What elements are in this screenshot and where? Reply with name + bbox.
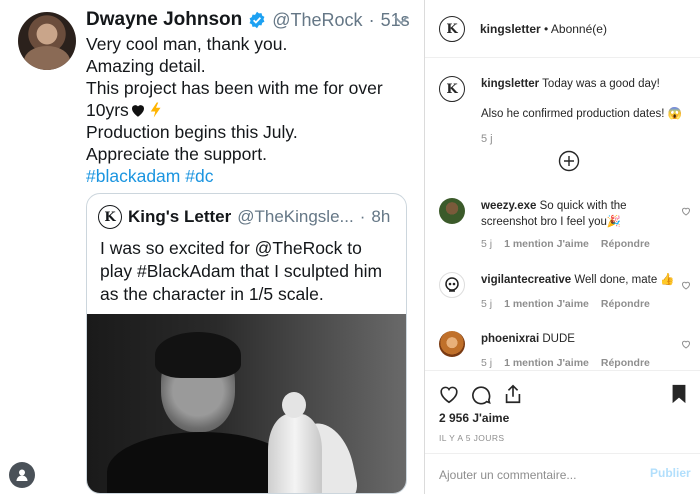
- caption-line: kingsletter Today was a good day!: [481, 78, 660, 90]
- post-date[interactable]: IL Y A 5 JOURS: [439, 433, 504, 443]
- share-icon[interactable]: [502, 383, 524, 405]
- statue-figure: [262, 392, 360, 493]
- comment-meta: 5 j 1 mention J'aime Répondre: [481, 238, 650, 250]
- comment-body: Well done, mate 👍: [574, 274, 675, 286]
- caption-text: Today was a good day!: [542, 78, 660, 90]
- author-handle[interactable]: @TheRock: [272, 10, 362, 31]
- black-heart-icon: [131, 105, 144, 117]
- lightning-icon: [150, 102, 161, 118]
- heart-icon[interactable]: [680, 205, 692, 217]
- comment-item: phoenixrai DUDE 5 j 1 mention J'aime Rép…: [425, 331, 700, 370]
- comment-item: vigilantecreative Well done, mate 👍 5 j …: [425, 272, 700, 332]
- tweet-line: Amazing detail.: [86, 56, 206, 76]
- verified-icon: [249, 11, 265, 29]
- quoted-line: I was so excited for @TheRock to: [100, 238, 362, 258]
- quoted-text: I was so excited for @TheRock to play #B…: [100, 237, 396, 306]
- comment-meta: 5 j 1 mention J'aime Répondre: [481, 357, 650, 369]
- comment-time[interactable]: 5 j: [481, 357, 492, 369]
- tweet-line: 10yrs: [86, 100, 129, 120]
- separator-dot: ·: [359, 207, 366, 226]
- tweet-header: Dwayne Johnson @TheRock · 51s: [86, 9, 410, 31]
- avatar[interactable]: [439, 198, 465, 224]
- comment-meta: 5 j 1 mention J'aime Répondre: [481, 298, 650, 310]
- quoted-photo[interactable]: [87, 314, 406, 493]
- comments-list[interactable]: weezy.exe So quick with the screenshot b…: [425, 190, 700, 370]
- quoted-tweet-header: K King's Letter @TheKingsle... · 8h: [98, 205, 390, 229]
- heart-icon[interactable]: [680, 338, 692, 350]
- kingsletter-logo[interactable]: K: [439, 76, 465, 102]
- bookmark-icon[interactable]: [668, 383, 690, 405]
- quoted-line: play #BlackAdam that I sculpted him: [100, 261, 383, 281]
- caption-username[interactable]: kingsletter: [481, 78, 539, 90]
- comment-time[interactable]: 5 j: [481, 238, 492, 250]
- tweet-card: Dwayne Johnson @TheRock · 51s Very cool …: [0, 0, 424, 494]
- header-username[interactable]: kingsletter: [480, 22, 541, 36]
- hashtags-link[interactable]: #blackadam #dc: [86, 165, 406, 187]
- kingsletter-logo[interactable]: K: [439, 16, 465, 42]
- publish-button[interactable]: Publier: [650, 466, 691, 480]
- tweet-line: Appreciate the support.: [86, 144, 267, 164]
- header-user: kingsletter • Abonné(e): [480, 22, 607, 36]
- reply-button[interactable]: Répondre: [601, 298, 650, 310]
- comment-item: weezy.exe So quick with the screenshot b…: [425, 198, 700, 258]
- comment-body: DUDE: [542, 333, 575, 345]
- comment-box: Publier: [425, 453, 700, 494]
- quoted-line: as the character in 1/5 scale.: [100, 284, 324, 304]
- comment-icon[interactable]: [470, 383, 492, 405]
- tweet-line: This project has been with me for over: [86, 78, 383, 98]
- load-more-comments-icon[interactable]: [558, 150, 580, 172]
- reply-button[interactable]: Répondre: [601, 357, 650, 369]
- comment-likes[interactable]: 1 mention J'aime: [504, 238, 589, 250]
- post-header: K kingsletter • Abonné(e): [425, 0, 700, 58]
- avatar[interactable]: [439, 331, 465, 357]
- skull-icon: [445, 277, 459, 292]
- avatar[interactable]: [439, 272, 465, 298]
- heart-icon[interactable]: [438, 383, 460, 405]
- tweet-text: Very cool man, thank you. Amazing detail…: [86, 33, 406, 187]
- follow-status[interactable]: Abonné(e): [551, 22, 607, 36]
- likes-count[interactable]: 2 956 J'aime: [439, 411, 509, 425]
- tweet-line: Very cool man, thank you.: [86, 34, 288, 54]
- tweet-line: Production begins this July.: [86, 122, 298, 142]
- quoted-avatar: K: [98, 205, 122, 229]
- comment-username[interactable]: vigilantecreative: [481, 274, 571, 286]
- quoted-tweet[interactable]: K King's Letter @TheKingsle... · 8h I wa…: [86, 193, 407, 494]
- comment-text: weezy.exe So quick with the screenshot b…: [481, 198, 681, 230]
- avatar[interactable]: [18, 12, 76, 70]
- tweet-line-with-emoji: 10yrs: [86, 99, 406, 121]
- comment-likes[interactable]: 1 mention J'aime: [504, 357, 589, 369]
- separator-dot: ·: [368, 9, 375, 30]
- instagram-post-panel: K kingsletter • Abonné(e) K kingsletter …: [424, 0, 700, 494]
- caption-time[interactable]: 5 j: [481, 133, 493, 145]
- comment-username[interactable]: phoenixrai: [481, 333, 539, 345]
- quoted-author-name: King's Letter: [128, 207, 232, 226]
- person-icon: [16, 469, 28, 481]
- comment-text: phoenixrai DUDE: [481, 331, 681, 347]
- post-actions: 2 956 J'aime IL Y A 5 JOURS Publier: [425, 370, 700, 494]
- comment-text: vigilantecreative Well done, mate 👍: [481, 272, 681, 288]
- chevron-down-icon[interactable]: [393, 12, 409, 28]
- heart-icon[interactable]: [680, 279, 692, 291]
- quoted-author-handle: @TheKingsle...: [237, 207, 354, 226]
- reply-button[interactable]: Répondre: [601, 238, 650, 250]
- caption-text-2: Also he confirmed production dates! 😱: [481, 108, 682, 120]
- comment-time[interactable]: 5 j: [481, 298, 492, 310]
- comment-likes[interactable]: 1 mention J'aime: [504, 298, 589, 310]
- comment-input[interactable]: [439, 466, 629, 484]
- header-separator: •: [540, 22, 551, 36]
- author-name[interactable]: Dwayne Johnson: [86, 9, 242, 31]
- comment-username[interactable]: weezy.exe: [481, 200, 536, 212]
- quoted-time: 8h: [371, 207, 391, 226]
- profile-icon[interactable]: [9, 462, 35, 488]
